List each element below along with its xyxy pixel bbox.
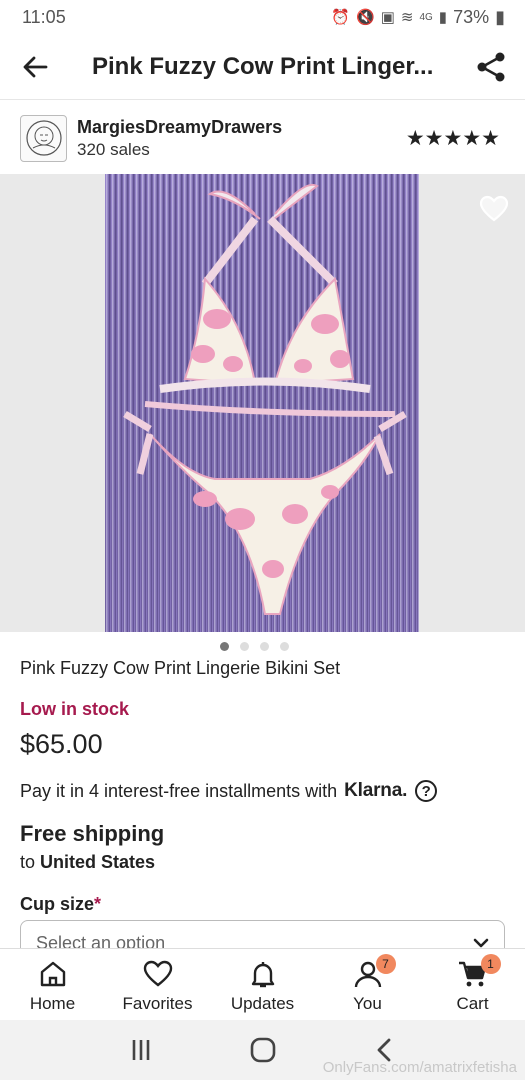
- klarna-logo: Klarna.: [344, 780, 408, 801]
- status-time: 11:05: [22, 6, 66, 27]
- cup-size-label: Cup size*: [20, 894, 101, 915]
- you-badge: 7: [375, 954, 396, 974]
- gallery-dot-3[interactable]: [260, 642, 269, 651]
- shipping-country[interactable]: United States: [40, 852, 155, 872]
- shipping-title: Free shipping: [20, 821, 165, 846]
- wifi-icon: ≋: [400, 9, 414, 26]
- heart-icon: [142, 958, 174, 990]
- back-button[interactable]: [0, 34, 70, 100]
- status-icons: ⏰ 🔇 ▣ ≋ 4G ▮ 73% ▮: [331, 7, 505, 28]
- gallery-dot-2[interactable]: [240, 642, 249, 651]
- bell-icon: [247, 958, 279, 990]
- klarna-text: Pay it in 4 interest-free installments w…: [20, 780, 338, 801]
- nav-you[interactable]: 7 You: [315, 949, 420, 1020]
- gallery-dots: [0, 642, 525, 651]
- cart-badge: 1: [480, 954, 501, 974]
- cart-icon: 1: [457, 954, 501, 990]
- alarm-icon: ⏰: [331, 9, 350, 26]
- battery-icon: ▮: [495, 6, 505, 27]
- nav-favorites-label: Favorites: [122, 994, 193, 1013]
- shop-row[interactable]: MargiesDreamyDrawers 320 sales ★★★★★: [0, 104, 525, 172]
- help-icon[interactable]: ?: [415, 780, 438, 802]
- recents-icon[interactable]: [129, 1038, 153, 1062]
- mute-icon: 🔇: [356, 9, 375, 26]
- battery-level: 73%: [453, 6, 490, 27]
- lock-icon: ▣: [380, 9, 395, 26]
- page-title: Pink Fuzzy Cow Print Linger...: [92, 52, 434, 80]
- share-icon: [477, 52, 505, 82]
- watermark: OnlyFans.com/amatrixfetisha: [322, 1059, 517, 1076]
- share-button[interactable]: [475, 51, 507, 83]
- product-price: $65.00: [20, 729, 103, 759]
- nav-updates-label: Updates: [230, 994, 295, 1013]
- bikini-illustration: [105, 174, 419, 632]
- nav-cart-label: Cart: [456, 994, 489, 1013]
- required-mark: *: [94, 894, 102, 914]
- nav-updates[interactable]: Updates: [210, 949, 315, 1020]
- klarna-row: Pay it in 4 interest-free installments w…: [20, 780, 438, 802]
- shop-name[interactable]: MargiesDreamyDrawers: [77, 116, 282, 139]
- nav-favorites[interactable]: Favorites: [105, 949, 210, 1020]
- network-label: 4G: [419, 11, 433, 23]
- product-photo[interactable]: [105, 174, 419, 632]
- shop-info: MargiesDreamyDrawers 320 sales: [77, 116, 282, 160]
- status-bar: 11:05 ⏰ 🔇 ▣ ≋ 4G ▮ 73% ▮: [0, 0, 525, 34]
- favorite-button[interactable]: [479, 194, 509, 224]
- stock-status: Low in stock: [20, 699, 130, 719]
- shop-logo-icon: [25, 120, 62, 156]
- bottom-nav: Home Favorites Updates 7 You 1 Cart: [0, 948, 525, 1020]
- rating-stars[interactable]: ★★★★★: [406, 126, 500, 151]
- gallery-dot-4[interactable]: [280, 642, 289, 651]
- shop-logo[interactable]: [20, 114, 67, 162]
- user-icon: 7: [352, 954, 396, 990]
- cup-size-label-text: Cup size: [20, 894, 95, 914]
- system-nav-bar: OnlyFans.com/amatrixfetisha: [0, 1020, 525, 1080]
- nav-home-label: Home: [29, 994, 76, 1013]
- heart-outline-icon: [479, 195, 509, 222]
- nav-home[interactable]: Home: [0, 949, 105, 1020]
- shop-sales: 320 sales: [77, 139, 150, 159]
- product-name: Pink Fuzzy Cow Print Lingerie Bikini Set: [20, 658, 341, 678]
- app-header: Pink Fuzzy Cow Print Linger...: [0, 34, 525, 100]
- signal-icon: ▮: [438, 9, 448, 26]
- nav-you-label: You: [353, 994, 382, 1013]
- shipping-prefix: to: [20, 852, 36, 872]
- arrow-left-icon: [23, 56, 48, 77]
- image-gallery[interactable]: [0, 174, 525, 632]
- home-icon: [37, 958, 69, 990]
- gallery-dot-1[interactable]: [220, 642, 229, 651]
- nav-cart[interactable]: 1 Cart: [420, 949, 525, 1020]
- home-circle-icon[interactable]: [250, 1037, 276, 1063]
- shipping-destination: to United States: [20, 852, 155, 873]
